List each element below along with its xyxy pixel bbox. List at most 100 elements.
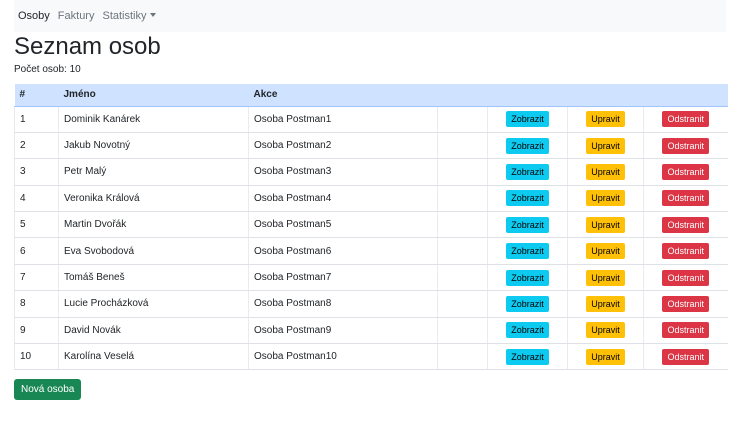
page-title: Seznam osob	[14, 33, 161, 60]
cell-id: 5	[14, 211, 59, 239]
delete-button[interactable]: Odstranit	[662, 137, 709, 154]
delete-button[interactable]: Odstranit	[662, 190, 709, 207]
edit-button[interactable]: Upravit	[586, 295, 625, 312]
cell-empty	[437, 185, 488, 213]
cell-show: Zobrazit	[487, 343, 568, 371]
cell-show: Zobrazit	[487, 317, 568, 345]
delete-button[interactable]: Odstranit	[662, 216, 709, 233]
show-button[interactable]: Zobrazit	[506, 137, 549, 154]
delete-button[interactable]: Odstranit	[662, 295, 709, 312]
cell-delete: Odstranit	[643, 106, 728, 133]
nav-link-osoby[interactable]: Osoby	[18, 10, 50, 22]
cell-name: Dominik Kanárek	[58, 106, 249, 133]
edit-button[interactable]: Upravit	[586, 216, 625, 233]
table-row: 5 Martin Dvořák Osoba Postman5 Zobrazit Upra…	[14, 211, 728, 239]
show-button[interactable]: Zobrazit	[506, 163, 549, 180]
cell-delete: Odstranit	[643, 211, 728, 239]
show-button[interactable]: Zobrazit	[506, 295, 549, 312]
cell-note: Osoba Postman2	[248, 132, 438, 160]
edit-button[interactable]: Upravit	[586, 243, 625, 260]
show-button[interactable]: Zobrazit	[506, 216, 549, 233]
cell-empty	[437, 132, 488, 160]
cell-note: Osoba Postman4	[248, 185, 438, 213]
cell-edit: Upravit	[567, 343, 644, 371]
cell-show: Zobrazit	[487, 211, 568, 239]
cell-name: Veronika Králová	[58, 185, 249, 213]
table-row: 6 Eva Svobodová Osoba Postman6 Zobrazit Upra…	[14, 237, 728, 265]
cell-edit: Upravit	[567, 185, 644, 213]
table-row: 3 Petr Malý Osoba Postman3 Zobrazit Upravit O…	[14, 158, 728, 186]
show-button[interactable]: Zobrazit	[506, 190, 549, 207]
cell-empty	[437, 158, 488, 186]
cell-note: Osoba Postman1	[248, 106, 438, 133]
cell-name: Lucie Procházková	[58, 290, 249, 318]
nav-dropdown-label: Statistiky	[102, 10, 147, 22]
table-row: 8 Lucie Procházková Osoba Postman8 Zobrazit…	[14, 290, 728, 318]
cell-edit: Upravit	[567, 106, 644, 133]
cell-show: Zobrazit	[487, 132, 568, 160]
new-person-button[interactable]: Nová osoba	[14, 379, 82, 400]
cell-name: David Novák	[58, 317, 249, 345]
table-header-row: # Jméno Akce	[14, 84, 728, 107]
column-header-name: Jméno	[58, 84, 249, 107]
delete-button[interactable]: Odstranit	[662, 163, 709, 180]
edit-button[interactable]: Upravit	[586, 137, 625, 154]
show-button[interactable]: Zobrazit	[506, 322, 549, 339]
column-header-empty	[567, 84, 644, 107]
cell-id: 1	[14, 106, 59, 133]
cell-empty	[437, 343, 488, 371]
cell-edit: Upravit	[567, 317, 644, 345]
cell-edit: Upravit	[567, 132, 644, 160]
cell-empty	[437, 237, 488, 265]
person-count: Počet osob: 10	[14, 64, 81, 75]
cell-edit: Upravit	[567, 211, 644, 239]
table-row: 10 Karolína Veselá Osoba Postman10 Zobrazit…	[14, 343, 728, 371]
delete-button[interactable]: Odstranit	[662, 348, 709, 365]
cell-delete: Odstranit	[643, 158, 728, 186]
cell-note: Osoba Postman5	[248, 211, 438, 239]
cell-edit: Upravit	[567, 158, 644, 186]
cell-id: 7	[14, 264, 59, 292]
cell-note: Osoba Postman6	[248, 237, 438, 265]
edit-button[interactable]: Upravit	[586, 348, 625, 365]
edit-button[interactable]: Upravit	[586, 190, 625, 207]
column-header-empty	[437, 84, 488, 107]
nav-link-faktury[interactable]: Faktury	[58, 10, 95, 22]
cell-name: Tomáš Beneš	[58, 264, 249, 292]
cell-id: 9	[14, 317, 59, 345]
column-header-actions: Akce	[248, 84, 438, 107]
cell-id: 10	[14, 343, 59, 371]
cell-delete: Odstranit	[643, 132, 728, 160]
show-button[interactable]: Zobrazit	[506, 243, 549, 260]
cell-note: Osoba Postman8	[248, 290, 438, 318]
cell-empty	[437, 106, 488, 133]
show-button[interactable]: Zobrazit	[506, 111, 549, 128]
persons-table: # Jméno Akce 1 Dominik Kanárek Osoba Postm…	[14, 84, 728, 371]
cell-id: 2	[14, 132, 59, 160]
cell-note: Osoba Postman3	[248, 158, 438, 186]
cell-empty	[437, 211, 488, 239]
delete-button[interactable]: Odstranit	[662, 322, 709, 339]
column-header-empty	[487, 84, 568, 107]
cell-empty	[437, 290, 488, 318]
table-row: 2 Jakub Novotný Osoba Postman2 Zobrazit Upra…	[14, 132, 728, 160]
cell-show: Zobrazit	[487, 237, 568, 265]
edit-button[interactable]: Upravit	[586, 269, 625, 286]
edit-button[interactable]: Upravit	[586, 111, 625, 128]
table-row: 1 Dominik Kanárek Osoba Postman1 Zobrazit Up…	[14, 106, 728, 133]
show-button[interactable]: Zobrazit	[506, 348, 549, 365]
cell-delete: Odstranit	[643, 237, 728, 265]
delete-button[interactable]: Odstranit	[662, 111, 709, 128]
delete-button[interactable]: Odstranit	[662, 269, 709, 286]
cell-id: 4	[14, 185, 59, 213]
nav-dropdown-statistiky[interactable]: Statistiky	[102, 10, 156, 22]
cell-id: 6	[14, 237, 59, 265]
edit-button[interactable]: Upravit	[586, 163, 625, 180]
edit-button[interactable]: Upravit	[586, 322, 625, 339]
delete-button[interactable]: Odstranit	[662, 243, 709, 260]
show-button[interactable]: Zobrazit	[506, 269, 549, 286]
cell-edit: Upravit	[567, 237, 644, 265]
cell-name: Eva Svobodová	[58, 237, 249, 265]
cell-delete: Odstranit	[643, 317, 728, 345]
cell-note: Osoba Postman9	[248, 317, 438, 345]
